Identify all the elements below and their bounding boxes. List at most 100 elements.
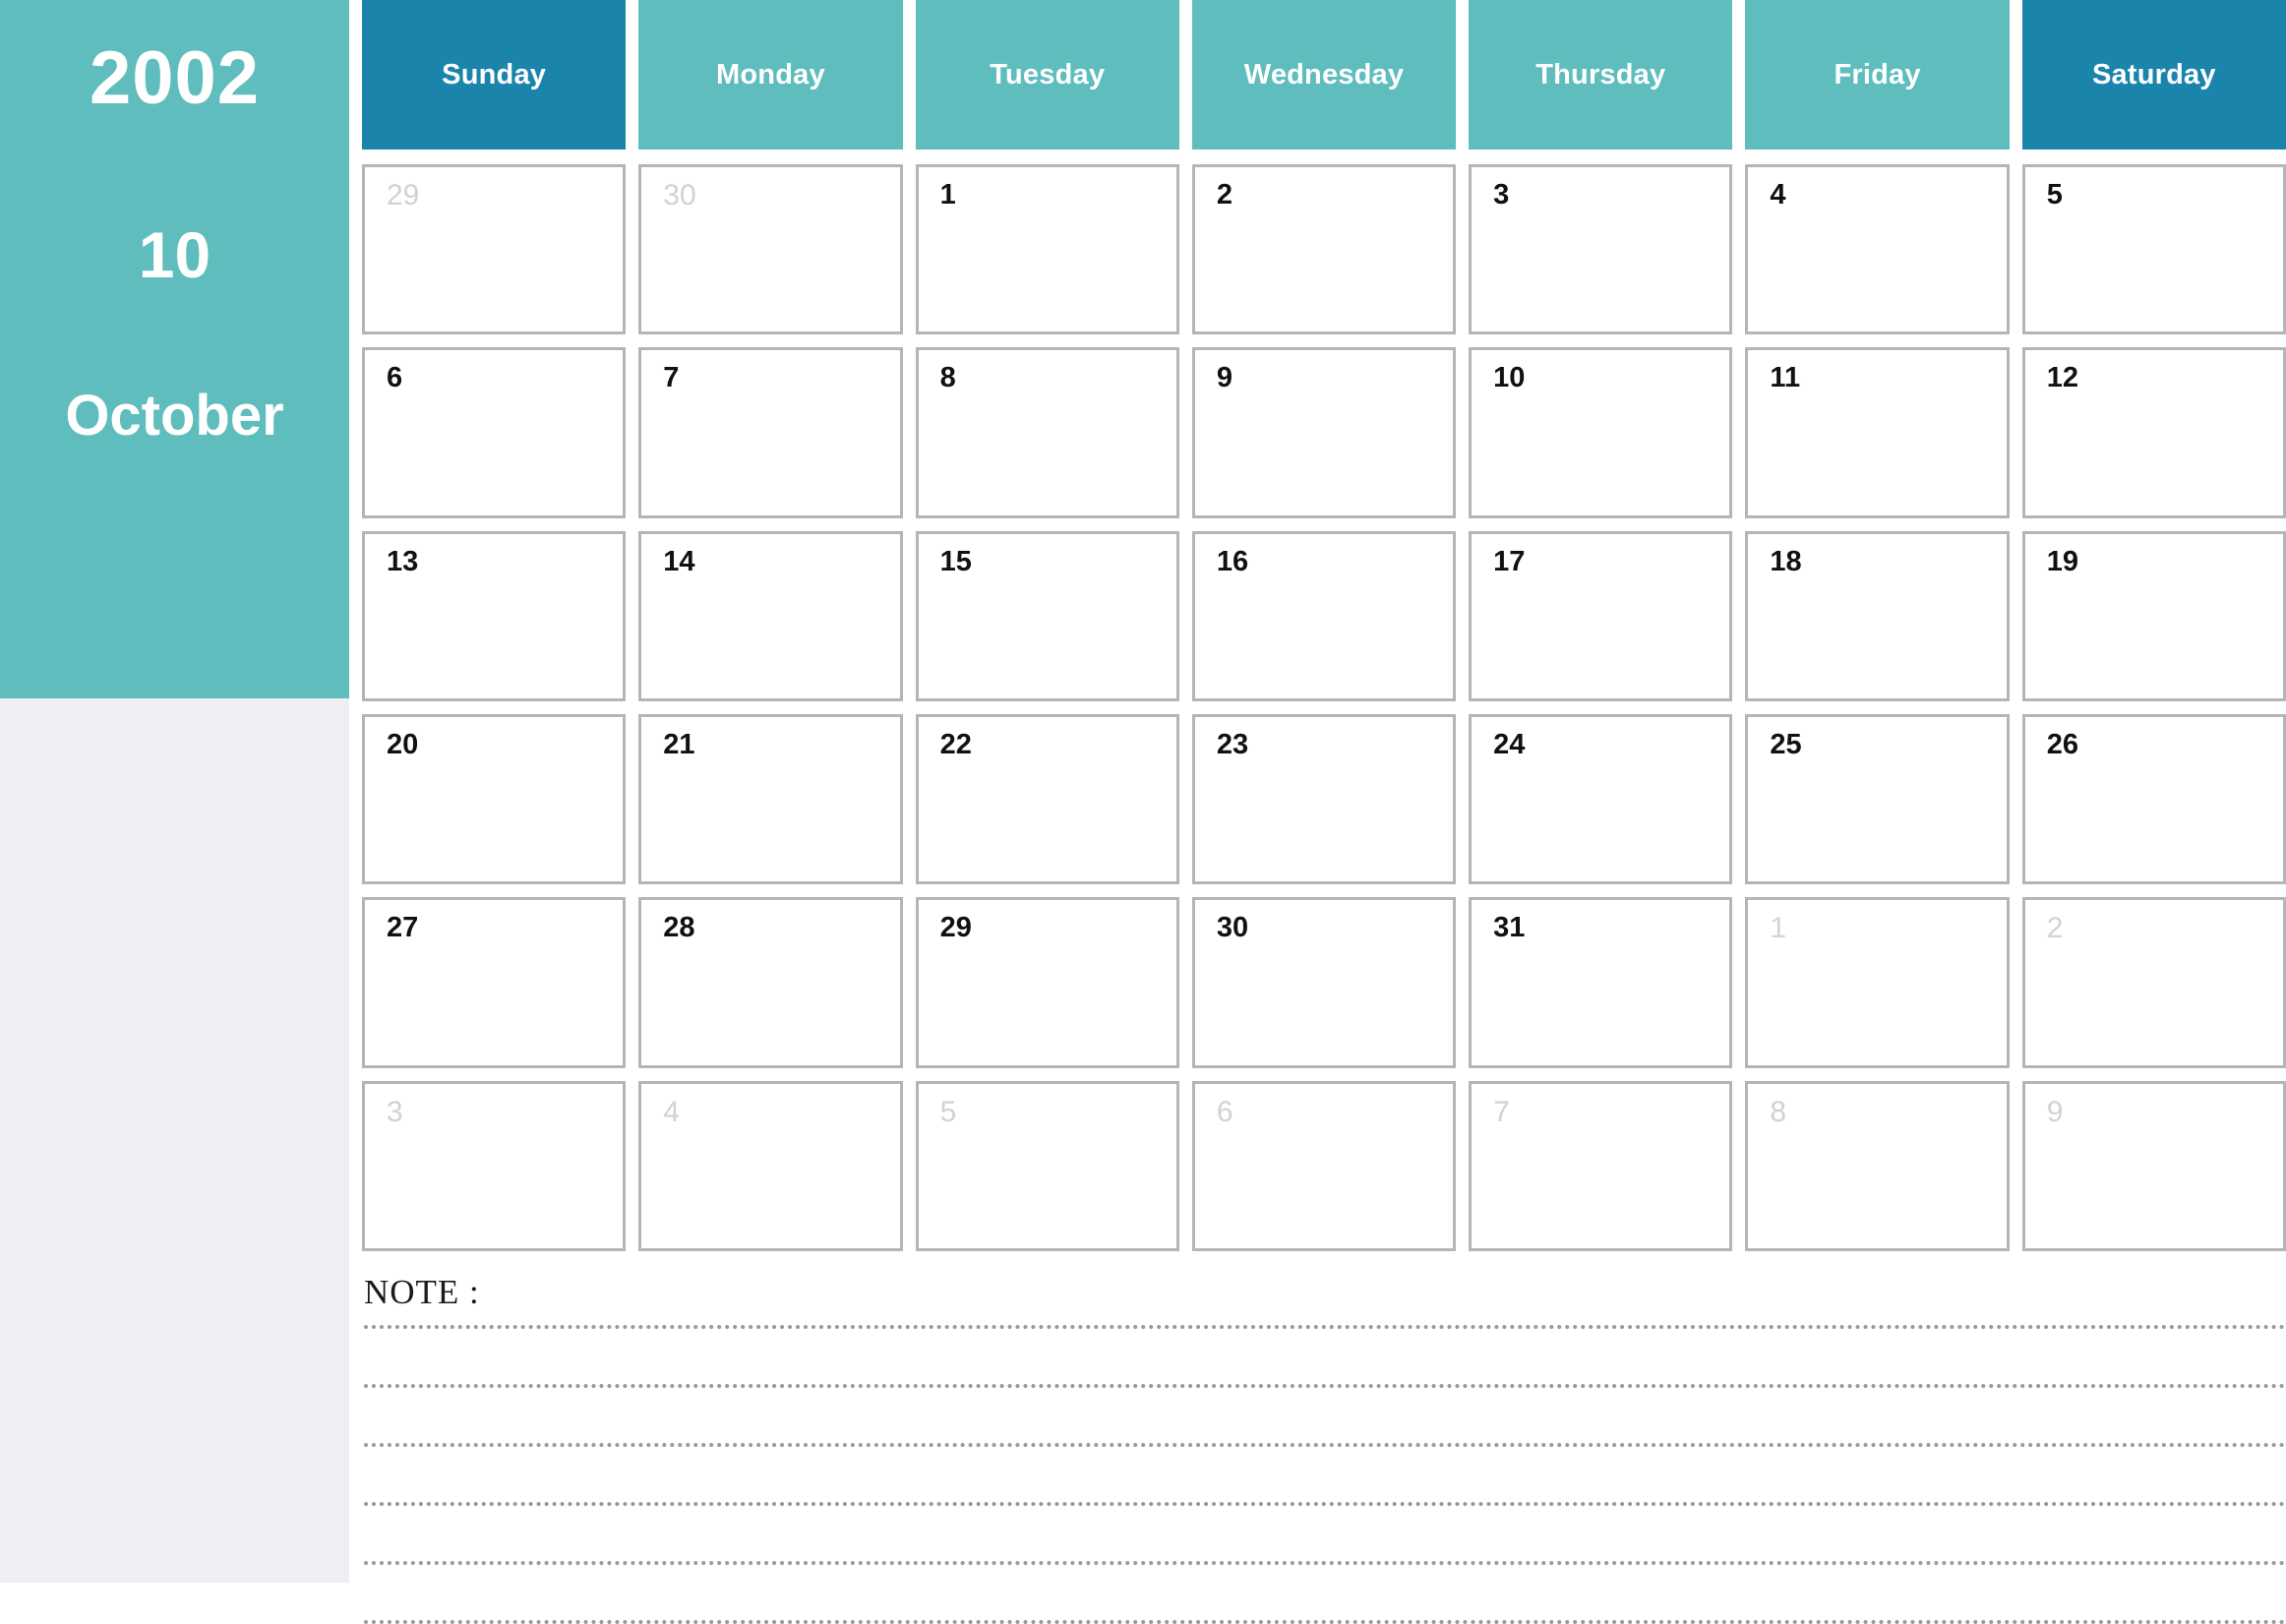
day-cell[interactable]: 19: [2021, 530, 2286, 701]
day-number: 29: [387, 179, 420, 211]
day-number: 19: [2046, 545, 2078, 577]
day-number: 17: [1493, 545, 1526, 577]
weekday-header-tuesday[interactable]: Tuesday: [915, 0, 1179, 150]
day-cell[interactable]: 14: [638, 530, 903, 701]
day-cell[interactable]: 11: [1745, 347, 2010, 518]
day-number: 30: [1216, 912, 1249, 944]
day-cell[interactable]: 1: [915, 164, 1179, 335]
day-cell[interactable]: 9: [2021, 1080, 2286, 1251]
sidebar: 2002 10 October: [0, 0, 349, 1583]
day-cell[interactable]: 12: [2021, 347, 2286, 518]
day-cell[interactable]: 18: [1745, 530, 2010, 701]
day-cell[interactable]: 29: [362, 164, 627, 335]
day-number: 14: [663, 545, 695, 577]
weekday-label: Saturday: [2091, 58, 2216, 90]
weekday-label: Wednesday: [1243, 58, 1405, 90]
day-number: 6: [387, 362, 403, 394]
day-cell[interactable]: 7: [1469, 1080, 1733, 1251]
day-number: 5: [2046, 179, 2063, 211]
day-cell[interactable]: 29: [915, 897, 1179, 1068]
day-cell[interactable]: 21: [638, 713, 903, 885]
day-cell[interactable]: 5: [2021, 164, 2286, 335]
sidebar-title-panel: 2002 10 October: [0, 0, 349, 698]
day-number: 3: [1493, 179, 1510, 211]
day-number: 3: [387, 1095, 403, 1128]
weekday-label: Sunday: [442, 58, 547, 90]
day-cell[interactable]: 22: [915, 713, 1179, 885]
day-cell[interactable]: 4: [638, 1080, 903, 1251]
note-write-line[interactable]: [364, 1561, 2286, 1565]
day-cell[interactable]: 8: [1745, 1080, 2010, 1251]
day-number: 28: [663, 912, 695, 944]
day-cell[interactable]: 30: [638, 164, 903, 335]
day-number: 7: [663, 362, 680, 394]
day-cell[interactable]: 9: [1191, 347, 1457, 518]
day-cell[interactable]: 3: [1469, 164, 1733, 335]
day-cell[interactable]: 3: [362, 1080, 627, 1251]
day-number: 24: [1493, 728, 1526, 760]
day-cell[interactable]: 7: [638, 347, 903, 518]
day-cell[interactable]: 6: [1191, 1080, 1457, 1251]
weekday-header-monday[interactable]: Monday: [638, 0, 903, 150]
day-cell[interactable]: 15: [915, 530, 1179, 701]
day-number: 8: [939, 362, 956, 394]
day-cell[interactable]: 2: [2021, 897, 2286, 1068]
day-number: 25: [1770, 728, 1802, 760]
weekday-header-thursday[interactable]: Thursday: [1469, 0, 1733, 150]
day-cell[interactable]: 20: [362, 713, 627, 885]
note-write-line[interactable]: [364, 1384, 2286, 1388]
day-cell[interactable]: 1: [1745, 897, 2010, 1068]
note-write-line[interactable]: [364, 1620, 2286, 1624]
day-cell[interactable]: 8: [915, 347, 1179, 518]
day-number: 9: [2046, 1095, 2064, 1128]
day-number: 31: [1493, 912, 1526, 944]
day-cell[interactable]: 25: [1745, 713, 2010, 885]
calendar-page: 2002 10 October Sunday Monday Tuesday Wedne…: [0, 0, 2286, 1624]
day-number: 12: [2046, 362, 2078, 394]
day-number: 4: [663, 1095, 680, 1128]
sidebar-year: 2002: [89, 36, 261, 120]
day-number: 15: [939, 545, 972, 577]
day-cell[interactable]: 26: [2021, 713, 2286, 885]
day-cell[interactable]: 6: [362, 347, 627, 518]
note-write-line[interactable]: [364, 1502, 2286, 1506]
day-number: 21: [663, 728, 695, 760]
day-number: 20: [387, 728, 419, 760]
day-number: 9: [1216, 362, 1233, 394]
weekday-header-friday[interactable]: Friday: [1745, 0, 2010, 150]
note-label: NOTE :: [364, 1273, 480, 1311]
day-cell[interactable]: 16: [1191, 530, 1457, 701]
weekday-label: Friday: [1834, 58, 1921, 90]
note-write-line[interactable]: [364, 1325, 2286, 1329]
day-cell[interactable]: 10: [1469, 347, 1733, 518]
day-number: 1: [939, 179, 956, 211]
day-cell[interactable]: 30: [1191, 897, 1457, 1068]
note-area: NOTE :: [349, 1251, 2286, 1624]
weekday-header-wednesday[interactable]: Wednesday: [1191, 0, 1457, 150]
day-cell[interactable]: 23: [1191, 713, 1457, 885]
day-cell[interactable]: 27: [362, 897, 627, 1068]
day-number: 29: [939, 912, 972, 944]
weekday-header-saturday[interactable]: Saturday: [2021, 0, 2286, 150]
weekday-label: Tuesday: [990, 58, 1106, 90]
day-cell[interactable]: 4: [1745, 164, 2010, 335]
day-cell[interactable]: 28: [638, 897, 903, 1068]
day-cell[interactable]: 31: [1469, 897, 1733, 1068]
day-cell[interactable]: 13: [362, 530, 627, 701]
note-write-line[interactable]: [364, 1443, 2286, 1447]
weekday-header-row: Sunday Monday Tuesday Wednesday Thursday Frid…: [349, 0, 2286, 150]
sidebar-month-name: October: [65, 384, 284, 448]
day-number: 22: [939, 728, 972, 760]
sidebar-month-number: 10: [138, 218, 211, 291]
day-number: 2: [2046, 912, 2064, 945]
day-number: 1: [1770, 912, 1787, 945]
day-cell[interactable]: 24: [1469, 713, 1733, 885]
day-cell[interactable]: 5: [915, 1080, 1179, 1251]
day-number: 7: [1493, 1095, 1510, 1128]
day-cell[interactable]: 17: [1469, 530, 1733, 701]
day-number: 2: [1216, 179, 1233, 211]
day-number: 8: [1770, 1095, 1787, 1128]
day-cell[interactable]: 2: [1191, 164, 1457, 335]
weekday-header-sunday[interactable]: Sunday: [362, 0, 627, 150]
day-number: 23: [1216, 728, 1249, 760]
